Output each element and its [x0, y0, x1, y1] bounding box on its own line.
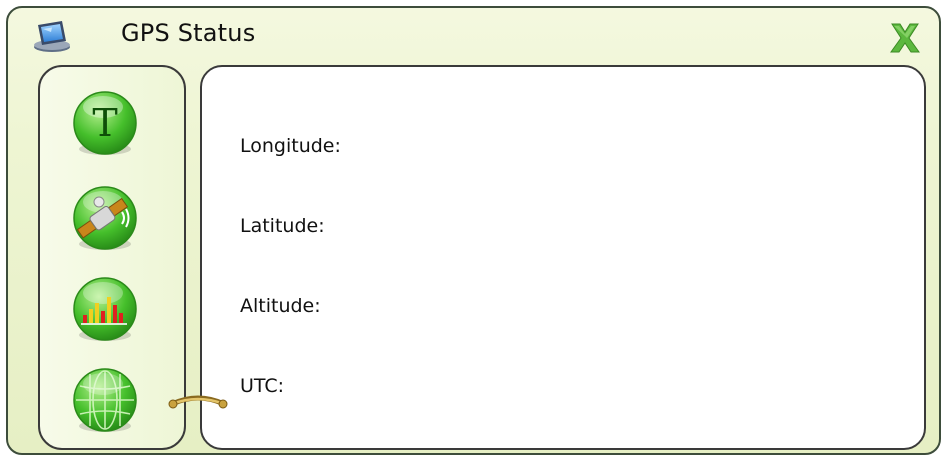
close-icon[interactable] [887, 20, 923, 56]
svg-text:T: T [92, 101, 117, 145]
window-title: GPS Status [121, 19, 256, 47]
signal-bars-icon[interactable] [70, 275, 140, 345]
gps-info-panel: Longitude: Latitude: Altitude: UTC: [200, 65, 926, 450]
gps-status-window: GPS Status T Longitude: Latitude: Altitu… [6, 6, 941, 455]
satellite-icon[interactable] [70, 184, 140, 254]
latitude-label: Latitude: [240, 215, 325, 237]
side-toolbar: T [38, 65, 186, 450]
utc-label: UTC: [240, 375, 285, 397]
panel-connector [168, 395, 228, 409]
title-bar: GPS Status [8, 8, 939, 64]
globe-icon[interactable] [70, 366, 140, 436]
altitude-label: Altitude: [240, 295, 321, 317]
computer-icon [34, 21, 70, 52]
text-mode-button[interactable]: T [70, 89, 140, 159]
longitude-label: Longitude: [240, 135, 341, 157]
